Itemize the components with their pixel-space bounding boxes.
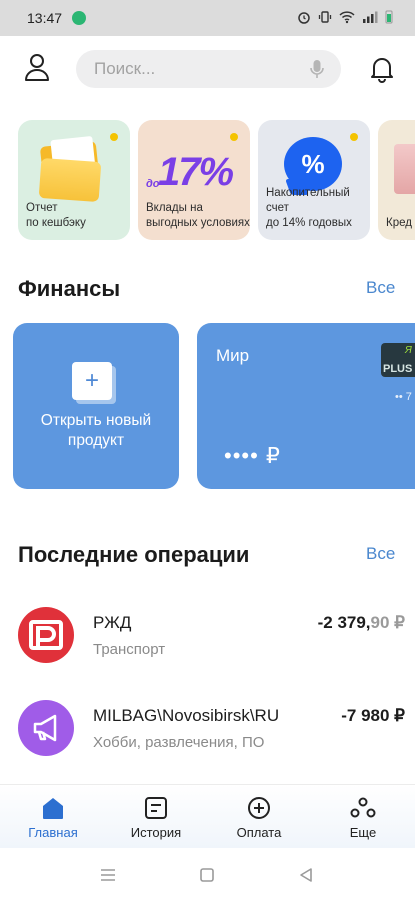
tab-history[interactable]: История xyxy=(111,795,201,840)
promo-rate: 17% xyxy=(158,150,234,194)
card-name: Мир xyxy=(216,346,250,365)
finance-title: Финансы xyxy=(18,276,121,301)
tab-payment[interactable]: Оплата xyxy=(214,795,304,840)
back-icon[interactable] xyxy=(296,865,316,885)
finance-all-link[interactable]: Все xyxy=(366,278,395,298)
stories-carousel[interactable]: Отчет по кешбэку до 17% Вклады на выгодн… xyxy=(18,120,415,240)
unread-dot xyxy=(110,133,118,141)
profile-button[interactable] xyxy=(20,50,54,84)
tab-home[interactable]: Главная xyxy=(8,795,98,840)
folder-front xyxy=(38,157,102,203)
story-savings-account[interactable]: % Накопительный счет до 14% годовых xyxy=(258,120,370,240)
history-icon xyxy=(145,797,167,819)
badge-letter: Я xyxy=(405,345,412,356)
more-icon xyxy=(350,797,376,818)
operation-row[interactable]: РЖД Транспорт -2 379,90 ₽ xyxy=(0,600,415,672)
user-icon xyxy=(25,54,49,81)
story-title: Вклады на выгодных условиях xyxy=(146,202,250,229)
plus-glyph: + xyxy=(84,367,99,394)
story-deposits[interactable]: до 17% Вклады на выгодных условиях xyxy=(138,120,250,240)
signal-icon xyxy=(363,11,378,23)
header xyxy=(0,36,415,104)
notifications-button[interactable] xyxy=(366,52,398,86)
percent-bubble-icon: % xyxy=(284,137,342,191)
operation-name: MILBAG\Novosibirsk\RU xyxy=(93,706,280,725)
operation-name: РЖД xyxy=(93,613,132,632)
menu-icon[interactable] xyxy=(98,865,118,885)
bottom-navigation: Главная История Оплата Еще xyxy=(0,784,415,848)
bell-icon xyxy=(371,58,393,83)
story-title: Отчет по кешбэку xyxy=(26,202,86,229)
plus-card-badge: Я PLUS xyxy=(381,343,415,377)
operation-category: Транспорт xyxy=(93,641,166,658)
vibrate-icon xyxy=(318,11,332,23)
percent-symbol: % xyxy=(301,149,325,179)
operation-row[interactable]: MILBAG\Novosibirsk\RU Хобби, развлечения… xyxy=(0,693,415,765)
battery-icon xyxy=(385,10,393,24)
amount-main: -7 980 ₽ xyxy=(341,706,405,725)
tab-label: Еще xyxy=(349,825,377,840)
status-time: 13:47 xyxy=(27,10,63,26)
system-navigation-bar xyxy=(0,848,415,900)
payment-plus-icon xyxy=(248,797,270,819)
search-bar[interactable] xyxy=(76,50,341,88)
tab-label: История xyxy=(130,825,182,840)
unread-dot xyxy=(230,133,238,141)
status-icons xyxy=(297,10,393,24)
new-product-label: Открыть новый продукт xyxy=(40,412,152,449)
tab-more[interactable]: Еще xyxy=(318,795,408,840)
home-square-icon[interactable] xyxy=(197,865,217,885)
home-icon xyxy=(43,798,63,819)
badge-text: PLUS xyxy=(383,363,413,375)
status-bar: 13:47 xyxy=(0,0,415,36)
rzd-logo-icon xyxy=(18,607,74,663)
wifi-icon xyxy=(339,11,355,24)
story-cashback-report[interactable]: Отчет по кешбэку xyxy=(18,120,130,240)
unread-dot xyxy=(350,133,358,141)
tab-label: Оплата xyxy=(236,825,282,840)
tab-label: Главная xyxy=(28,825,78,840)
plus-icon: + xyxy=(72,362,112,400)
operation-category: Хобби, развлечения, ПО xyxy=(93,734,265,751)
microphone-icon[interactable] xyxy=(307,59,327,79)
search-input[interactable] xyxy=(94,59,294,79)
story-title: Накопительный счет до 14% годовых xyxy=(266,187,352,229)
open-new-product-card[interactable]: + Открыть новый продукт xyxy=(13,323,179,489)
alarm-icon xyxy=(298,12,310,24)
operations-title: Последние операции xyxy=(18,542,250,567)
story-credit[interactable]: Кред xyxy=(378,120,415,240)
operation-amount: -7 980 ₽ xyxy=(341,706,405,726)
story-title: Кред xyxy=(386,217,412,229)
mir-card[interactable]: Мир Я PLUS •• 7 •••• ₽ xyxy=(197,323,415,489)
card-number-suffix: •• 7 xyxy=(395,391,412,403)
notification-app-icon xyxy=(72,11,86,25)
megaphone-icon xyxy=(18,700,74,756)
amount-cents: 90 ₽ xyxy=(370,613,405,632)
operation-amount: -2 379,90 ₽ xyxy=(318,613,405,633)
shopping-bags-icon xyxy=(394,144,415,194)
operations-all-link[interactable]: Все xyxy=(366,544,395,564)
amount-main: -2 379, xyxy=(317,613,371,632)
card-balance-masked: •••• ₽ xyxy=(224,443,281,468)
